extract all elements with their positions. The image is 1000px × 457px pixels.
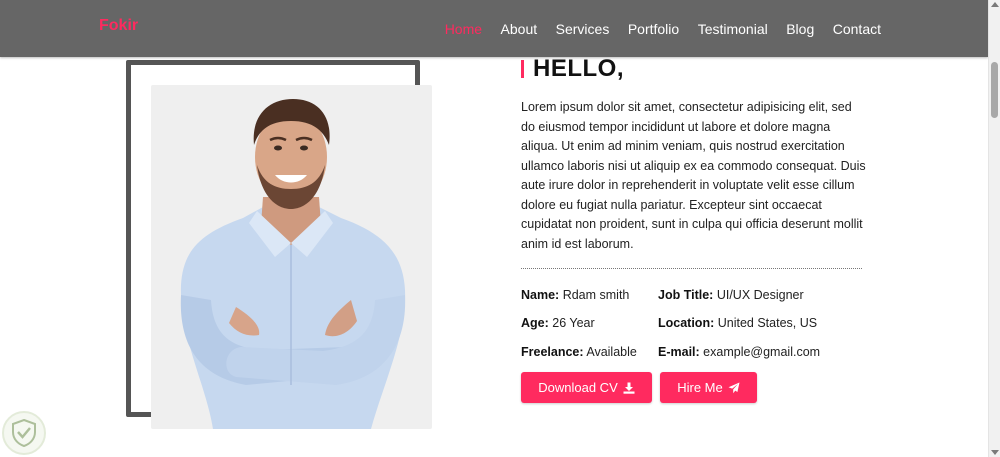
- scroll-up-arrow-icon[interactable]: [991, 2, 999, 7]
- info-age: Age: 26 Year: [521, 315, 595, 331]
- about-paragraph: Lorem ipsum dolor sit amet, consectetur …: [521, 100, 866, 251]
- security-badge[interactable]: [2, 411, 46, 455]
- shield-check-icon: [12, 419, 36, 447]
- info-location-label: Location:: [658, 316, 715, 330]
- info-age-value: 26 Year: [552, 316, 595, 330]
- info-location-value: United States, US: [717, 316, 818, 330]
- info-freelance-value: Available: [586, 345, 637, 359]
- scroll-thumb[interactable]: [991, 62, 998, 118]
- scroll-down-arrow-icon[interactable]: [991, 450, 999, 455]
- about-heading: HELLO,: [533, 55, 624, 82]
- download-cv-button[interactable]: Download CV: [521, 372, 652, 403]
- info-location: Location: United States, US: [658, 315, 817, 331]
- nav-link-blog[interactable]: Blog: [786, 20, 814, 38]
- info-age-label: Age:: [521, 316, 549, 330]
- info-freelance: Freelance: Available: [521, 344, 637, 360]
- hire-me-label: Hire Me: [677, 380, 723, 395]
- info-email: E-mail: example@gmail.com: [658, 344, 820, 360]
- info-email-value[interactable]: example@gmail.com: [703, 345, 820, 359]
- nav-link-testimonial[interactable]: Testimonial: [698, 20, 768, 38]
- nav-link-about[interactable]: About: [501, 20, 538, 38]
- info-name-value: Rdam smith: [562, 288, 630, 302]
- info-email-label: E-mail:: [658, 345, 700, 359]
- brand-logo[interactable]: Fokir: [99, 17, 138, 35]
- nav-link-services[interactable]: Services: [556, 20, 610, 38]
- nav-link-home[interactable]: Home: [445, 20, 482, 38]
- dotted-divider: [521, 268, 862, 269]
- nav-link-contact[interactable]: Contact: [833, 20, 881, 38]
- smiling-man-photo-icon: [180, 99, 406, 429]
- page: Fokir Home About Services Portfolio Test…: [0, 0, 1000, 457]
- download-icon: [623, 382, 635, 394]
- nav-menu: Home About Services Portfolio Testimonia…: [426, 20, 881, 38]
- profile-photo: [151, 85, 432, 429]
- info-freelance-label: Freelance:: [521, 345, 584, 359]
- download-cv-label: Download CV: [538, 380, 618, 395]
- heading-accent-bar: [521, 60, 524, 78]
- nav-link-portfolio[interactable]: Portfolio: [628, 20, 679, 38]
- info-job-value: UI/UX Designer: [716, 288, 804, 302]
- info-name: Name: Rdam smith: [521, 287, 629, 303]
- info-job-label: Job Title:: [658, 288, 714, 302]
- info-name-label: Name:: [521, 288, 560, 302]
- paper-plane-icon: [728, 382, 740, 393]
- info-job-title: Job Title: UI/UX Designer: [658, 287, 804, 303]
- hire-me-button[interactable]: Hire Me: [660, 372, 757, 403]
- page-scrollbar[interactable]: [988, 0, 1000, 457]
- top-navbar: Fokir Home About Services Portfolio Test…: [0, 0, 988, 57]
